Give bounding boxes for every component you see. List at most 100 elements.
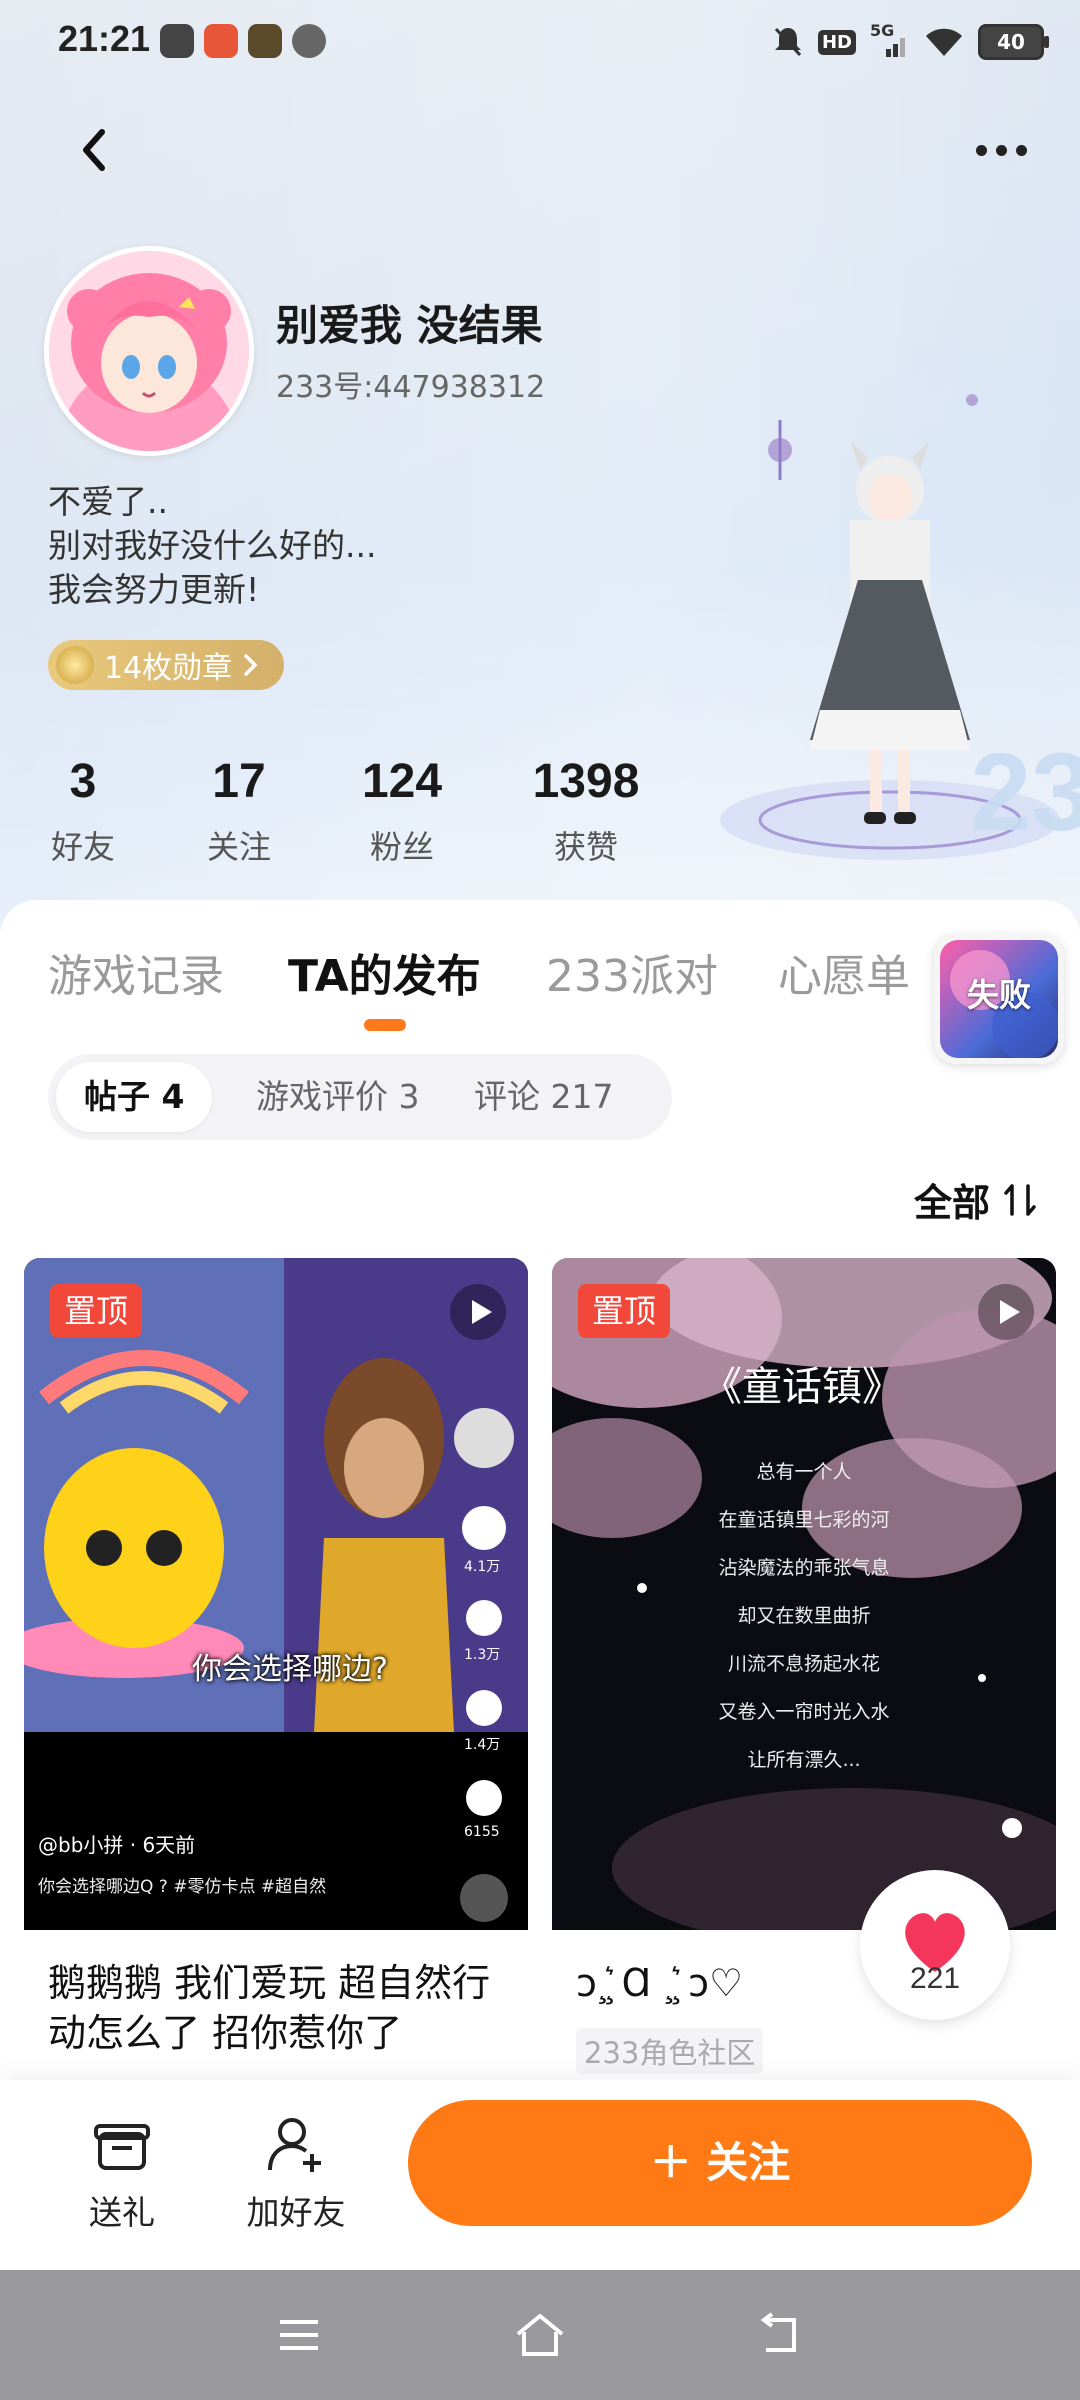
side-count-likes: 4.1万 (464, 1559, 501, 1575)
more-icon-dot (975, 144, 987, 156)
bottom-action-bar: 送礼 加好友 ＋ 关注 (0, 2080, 1080, 2270)
add-friend-button[interactable]: 加好友 (226, 2112, 366, 2234)
side-count-comments: 1.3万 (464, 1647, 501, 1663)
app-notification-icon (160, 24, 194, 58)
lyric-line: 又卷入一帘时光入水 (718, 1701, 890, 1723)
stat-label: 关注 (206, 828, 271, 866)
more-options-button[interactable] (966, 126, 1036, 174)
stat-number: 17 (212, 755, 266, 808)
video-caption: 你会选择哪边? (192, 1652, 388, 1687)
home-icon[interactable] (512, 2310, 568, 2360)
follow-button[interactable]: ＋ 关注 (408, 2100, 1032, 2226)
signal-icon: 5G (870, 21, 910, 59)
lyric-line: 却又在数里曲折 (737, 1605, 871, 1627)
lyrics: 总有一个人 在童话镇里七彩的河 沾染魔法的乖张气息 却又在数里曲折 川流不息扬起… (552, 1448, 1056, 1784)
avatar-character[interactable]: 233 (700, 380, 1080, 880)
system-nav-bar (0, 2270, 1080, 2400)
medal-label: 14枚勋章 (104, 651, 233, 686)
play-icon (978, 1284, 1034, 1340)
wifi-icon (926, 28, 962, 56)
profile-tabs: 游戏记录 TA的发布 233派对 心愿单 (0, 930, 1080, 1010)
bio: 不爱了.. 别对我好没什么好的... 我会努力更新! (48, 480, 376, 612)
game-status-label: 失败 (966, 976, 1031, 1014)
gift-icon (94, 2124, 150, 2170)
svg-text:@bb小拼 · 6天前: @bb小拼 · 6天前 (38, 1833, 195, 1857)
medal-button[interactable]: 14枚勋章 (48, 640, 285, 690)
chevron-left-icon (83, 129, 105, 171)
stat-number: 1398 (532, 755, 640, 808)
sort-button[interactable]: 全部 (914, 1172, 1040, 1227)
play-icon (450, 1284, 506, 1340)
tab-233-party[interactable]: 233派对 (546, 940, 718, 1004)
side-count-favorites: 1.4万 (464, 1737, 501, 1753)
svg-text:你会选择哪边Q ? #零仿卡点 #超自然: 你会选择哪边Q ? #零仿卡点 #超自然 (38, 1877, 326, 1897)
post-type-filter: 帖子 4 游戏评价 3 评论 217 (48, 1054, 672, 1140)
lyric-line: 在童话镇里七彩的河 (718, 1509, 890, 1531)
like-count: 221 (909, 1962, 961, 1995)
tab-posts[interactable]: TA的发布 (288, 940, 481, 1004)
gift-button[interactable]: 送礼 (52, 2112, 192, 2234)
subtab-comments[interactable]: 评论 217 (446, 1062, 641, 1132)
mute-icon (774, 27, 802, 57)
character-illustration: 233 (720, 394, 1080, 860)
menu-icon[interactable] (274, 2310, 324, 2360)
stat-friends[interactable]: 3 好友 (28, 752, 138, 868)
stat-following[interactable]: 17 关注 (184, 752, 294, 868)
pinned-badge: 置顶 (50, 1284, 143, 1338)
svg-text:233: 233 (970, 731, 1080, 854)
app-notification-icon (292, 24, 326, 58)
more-icon-dot (995, 144, 1007, 156)
lyric-line: 沾染魔法的乖张气息 (718, 1557, 890, 1579)
stat-number: 3 (69, 755, 97, 808)
back-button[interactable] (68, 118, 122, 182)
stat-label: 好友 (50, 828, 115, 866)
video-title: 《童话镇》 (702, 1364, 902, 1410)
post-thumbnail[interactable]: 置顶 《童话镇》 总有一个人 在童话镇里七彩的河 沾染魔法的乖张气息 却又在数里… (552, 1258, 1056, 1930)
status-bar: 21:21 HD 5G 40 (0, 0, 1080, 84)
post-community-tag[interactable]: 233角色社区 (576, 2028, 764, 2074)
hd-icon: HD (817, 29, 856, 55)
bio-line: 不爱了.. (48, 482, 168, 521)
lyric-line: 让所有漂久... (747, 1749, 861, 1771)
stat-number: 124 (361, 755, 443, 808)
app-notification-icon (204, 24, 238, 58)
video-cover: @bb小拼 · 6天前 你会选择哪边Q ? #零仿卡点 #超自然 (24, 1258, 528, 1930)
tab-game-records[interactable]: 游戏记录 (48, 940, 224, 1004)
stat-likes[interactable]: 1398 获赞 (516, 752, 656, 868)
chevron-right-icon (244, 654, 258, 676)
avatar-illustration (49, 251, 249, 451)
more-icon-dot (1015, 144, 1027, 156)
stat-label: 粉丝 (369, 828, 434, 866)
stat-label: 获赞 (553, 828, 618, 866)
add-friend-icon (268, 2118, 321, 2172)
subtab-game-reviews[interactable]: 游戏评价 3 (228, 1062, 448, 1132)
profile-stats: 3 好友 17 关注 124 粉丝 1398 获赞 (0, 752, 700, 882)
floating-game-widget[interactable]: 失败 (934, 934, 1064, 1064)
bio-line: 别对我好没什么好的... (48, 526, 377, 565)
avatar[interactable] (44, 246, 254, 456)
add-friend-label: 加好友 (246, 2193, 346, 2232)
user-id[interactable]: 233号:447938312 (276, 362, 545, 406)
status-time: 21:21 (58, 18, 151, 59)
app-notification-icon (248, 24, 282, 58)
stat-fans[interactable]: 124 粉丝 (340, 752, 464, 868)
status-right: HD 5G 40 (772, 20, 1049, 64)
post-title[interactable]: 鹅鹅鹅 我们爱玩 超自然行动怎么了 招你惹你了 (48, 1958, 518, 2058)
post-card[interactable]: @bb小拼 · 6天前 你会选择哪边Q ? #零仿卡点 #超自然 置顶 你会选择… (24, 1258, 528, 2098)
nickname: 别爱我 没结果 (276, 301, 543, 350)
gift-label: 送礼 (89, 2193, 155, 2232)
tab-wishlist[interactable]: 心愿单 (778, 940, 910, 1004)
active-tab-indicator (364, 1019, 406, 1031)
pinned-badge: 置顶 (578, 1284, 671, 1338)
battery-icon: 40 (978, 24, 1049, 60)
like-button[interactable]: 221 (860, 1870, 1010, 2020)
subtab-posts[interactable]: 帖子 4 (56, 1062, 213, 1132)
side-count-shares: 6155 (464, 1824, 500, 1840)
sort-icon (1004, 1183, 1036, 1216)
lyric-line: 总有一个人 (756, 1461, 852, 1483)
post-thumbnail[interactable]: @bb小拼 · 6天前 你会选择哪边Q ? #零仿卡点 #超自然 置顶 你会选择… (24, 1258, 528, 1930)
bio-line: 我会努力更新! (48, 570, 260, 609)
back-nav-icon[interactable] (754, 2310, 804, 2360)
lyric-line: 川流不息扬起水花 (727, 1653, 880, 1675)
sort-label: 全部 (913, 1181, 990, 1225)
